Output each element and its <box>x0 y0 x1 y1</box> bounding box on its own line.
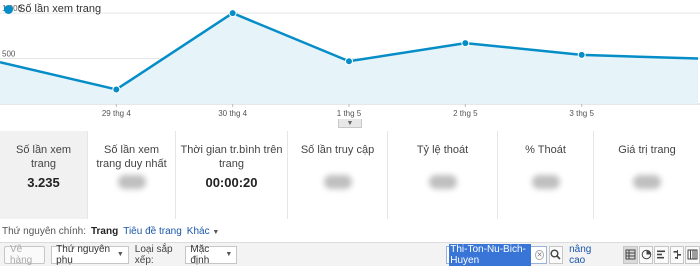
blurred-value <box>117 175 146 189</box>
metric-value: 00:00:20 <box>205 175 258 190</box>
metric-label: Tỷ lệ thoát <box>416 144 469 156</box>
sort-type-dropdown[interactable]: Mặc định ▼ <box>185 243 238 266</box>
metric-label: Số lần truy cập <box>300 144 375 156</box>
sort-type-value: Mặc định <box>190 243 210 266</box>
blurred-value <box>428 175 457 189</box>
blurred-value <box>531 175 560 189</box>
view-comparison-button[interactable] <box>669 245 685 264</box>
pivot-icon <box>687 249 698 260</box>
blurred-value <box>633 175 661 189</box>
view-table-button[interactable] <box>623 245 638 264</box>
search-button[interactable] <box>548 245 564 264</box>
metric-page-value[interactable]: Giá trị trang <box>594 131 700 219</box>
metric-exit-percent[interactable]: % Thoát <box>498 131 594 219</box>
primary-dimension-row: Thứ nguyên chính: Trang Tiêu đề trang Kh… <box>0 224 700 238</box>
chevron-down-icon: ▼ <box>212 228 220 236</box>
plot-rows-button[interactable]: Vẽ hàng <box>4 243 46 266</box>
x-tick-label: 2 thg 5 <box>453 109 478 118</box>
filter-text: Thi-Ton-Nu-Bich-Huyen <box>449 243 532 266</box>
metric-label: Thời gian tr.bình trên trang <box>180 144 283 170</box>
dimension-page[interactable]: Trang <box>91 226 118 237</box>
dimension-more[interactable]: Khác ▼ <box>187 226 220 237</box>
x-tick-label: 1 thg 5 <box>337 109 362 118</box>
data-point <box>112 85 121 94</box>
chart-svg: 29 thg 430 thg 41 thg 52 thg 53 thg 51.0… <box>0 4 700 118</box>
blurred-value <box>323 175 352 189</box>
x-tick-label: 30 thg 4 <box>218 109 247 118</box>
chevron-down-icon: ▼ <box>225 251 233 258</box>
legend-label: Số lần xem trang <box>18 3 102 15</box>
metric-pageviews[interactable]: Số lần xem trang 3.235 <box>0 131 88 219</box>
secondary-dimension-label: Thứ nguyên phụ <box>56 243 111 266</box>
view-pie-button[interactable] <box>638 245 654 264</box>
metric-bounce-rate[interactable]: Tỷ lệ thoát <box>388 131 498 219</box>
metric-label: % Thoát <box>525 144 566 156</box>
chevron-down-icon: ▼ <box>116 251 124 258</box>
table-view-icon <box>625 249 636 260</box>
view-pivot-button[interactable] <box>685 245 700 264</box>
metric-entrances[interactable]: Số lần truy cập <box>288 131 388 219</box>
table-toolbar: Vẽ hàng Thứ nguyên phụ ▼ Loại sắp xếp: M… <box>0 242 700 266</box>
metric-label: Giá trị trang <box>618 144 676 156</box>
metric-label: Số lần xem trang <box>15 144 72 170</box>
dimension-page-title[interactable]: Tiêu đề trang <box>123 226 182 237</box>
metric-value: 3.235 <box>27 175 60 190</box>
y-tick-label: 500 <box>2 50 16 59</box>
x-tick-label: 3 thg 5 <box>569 109 594 118</box>
chevron-down-icon: ▼ <box>346 119 354 127</box>
legend-dot-icon <box>4 4 13 14</box>
comparison-icon <box>673 250 681 259</box>
advanced-filter-link[interactable]: nâng cao <box>569 244 601 266</box>
data-point <box>461 39 470 48</box>
clear-icon[interactable]: ✕ <box>535 249 544 260</box>
pie-chart-icon <box>641 249 651 260</box>
x-tick-label: 29 thg 4 <box>102 109 131 118</box>
metric-avg-time-on-page[interactable]: Thời gian tr.bình trên trang 00:00:20 <box>176 131 288 219</box>
chart-legend: Số lần xem trang <box>4 3 101 15</box>
primary-dimension-label: Thứ nguyên chính: <box>2 225 86 237</box>
collapse-chart-button[interactable]: ▼ <box>338 119 362 128</box>
bar-list-icon <box>657 250 666 259</box>
table-filter-input[interactable]: Thi-Ton-Nu-Bich-Huyen ✕ <box>446 243 547 266</box>
data-point <box>345 57 353 66</box>
dimension-more-label: Khác <box>186 225 210 237</box>
metric-unique-pageviews[interactable]: Số lần xem trang duy nhất <box>88 131 176 219</box>
data-point <box>577 50 586 59</box>
metric-label: Số lần xem trang duy nhất <box>96 144 167 170</box>
metrics-bar: Số lần xem trang 3.235 Số lần xem trang … <box>0 131 700 219</box>
data-point <box>228 9 237 18</box>
secondary-dimension-dropdown[interactable]: Thứ nguyên phụ ▼ <box>51 243 129 266</box>
view-performance-button[interactable] <box>654 245 669 264</box>
plot-rows-label: Vẽ hàng <box>10 243 33 266</box>
line-chart: 29 thg 430 thg 41 thg 52 thg 53 thg 51.0… <box>0 0 700 128</box>
search-icon <box>550 249 561 260</box>
sort-type-label: Loại sắp xếp: <box>134 243 173 266</box>
